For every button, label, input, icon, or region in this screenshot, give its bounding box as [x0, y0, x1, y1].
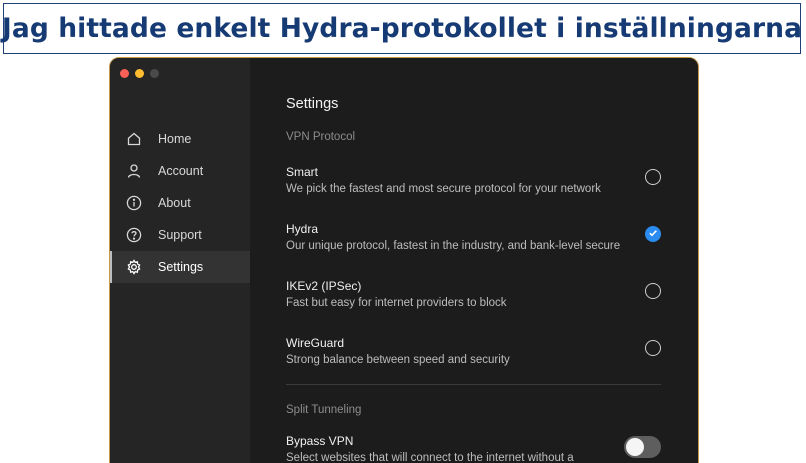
- app-window: Home Account About Support Settings Sett…: [110, 58, 698, 463]
- radio-wireguard[interactable]: [645, 340, 661, 356]
- sidebar-item-label: Home: [158, 132, 192, 146]
- vpn-protocol-section-label: VPN Protocol: [286, 131, 356, 143]
- sidebar-item-settings[interactable]: Settings: [110, 251, 250, 283]
- close-window-button[interactable]: [120, 69, 129, 78]
- sidebar-item-about[interactable]: About: [110, 187, 250, 219]
- bypass-vpn-setting: Bypass VPN Select websites that will con…: [286, 434, 661, 463]
- help-icon: [126, 227, 142, 243]
- sidebar-item-account[interactable]: Account: [110, 155, 250, 187]
- sidebar-item-label: Support: [158, 228, 202, 242]
- sidebar-item-support[interactable]: Support: [110, 219, 250, 251]
- protocol-option-smart[interactable]: Smart We pick the fastest and most secur…: [286, 165, 661, 195]
- window-controls: [120, 69, 159, 78]
- radio-ikev2[interactable]: [645, 283, 661, 299]
- gear-icon: [126, 259, 142, 275]
- option-description: Select websites that will connect to the…: [286, 452, 574, 463]
- protocol-option-hydra[interactable]: Hydra Our unique protocol, fastest in th…: [286, 222, 661, 252]
- sidebar-item-label: Account: [158, 164, 204, 178]
- option-description: Strong balance between speed and securit…: [286, 354, 510, 366]
- home-icon: [126, 131, 142, 147]
- caption-banner: Jag hittade enkelt Hydra-protokollet i i…: [1, 3, 803, 54]
- sidebar-item-label: Settings: [158, 260, 204, 274]
- radio-smart[interactable]: [645, 169, 661, 185]
- option-description: Our unique protocol, fastest in the indu…: [286, 240, 621, 252]
- info-icon: [126, 195, 142, 211]
- option-name: Bypass VPN: [286, 434, 354, 448]
- option-description: We pick the fastest and most secure prot…: [286, 183, 601, 195]
- protocol-option-ikev2[interactable]: IKEv2 (IPSec) Fast but easy for internet…: [286, 279, 661, 309]
- person-icon: [126, 163, 142, 179]
- zoom-window-button[interactable]: [150, 69, 159, 78]
- page-title: Settings: [286, 96, 339, 112]
- option-name: Hydra: [286, 222, 319, 236]
- split-tunneling-section-label: Split Tunneling: [286, 404, 362, 416]
- section-divider: [286, 384, 661, 385]
- option-name: WireGuard: [286, 336, 345, 350]
- settings-panel: Settings VPN Protocol Smart We pick the …: [250, 58, 698, 463]
- caption-text: Jag hittade enkelt Hydra-protokollet i i…: [1, 13, 803, 44]
- bypass-vpn-toggle[interactable]: [624, 436, 661, 458]
- radio-hydra[interactable]: [645, 226, 661, 242]
- option-name: IKEv2 (IPSec): [286, 279, 362, 293]
- sidebar-item-label: About: [158, 196, 191, 210]
- sidebar-nav: Home Account About Support Settings: [110, 123, 250, 283]
- toggle-knob: [626, 438, 644, 456]
- minimize-window-button[interactable]: [135, 69, 144, 78]
- option-name: Smart: [286, 165, 319, 179]
- sidebar-item-home[interactable]: Home: [110, 123, 250, 155]
- sidebar: Home Account About Support Settings: [110, 58, 251, 463]
- option-description: Fast but easy for internet providers to …: [286, 297, 507, 309]
- protocol-option-wireguard[interactable]: WireGuard Strong balance between speed a…: [286, 336, 661, 366]
- checkmark-icon: [648, 225, 658, 243]
